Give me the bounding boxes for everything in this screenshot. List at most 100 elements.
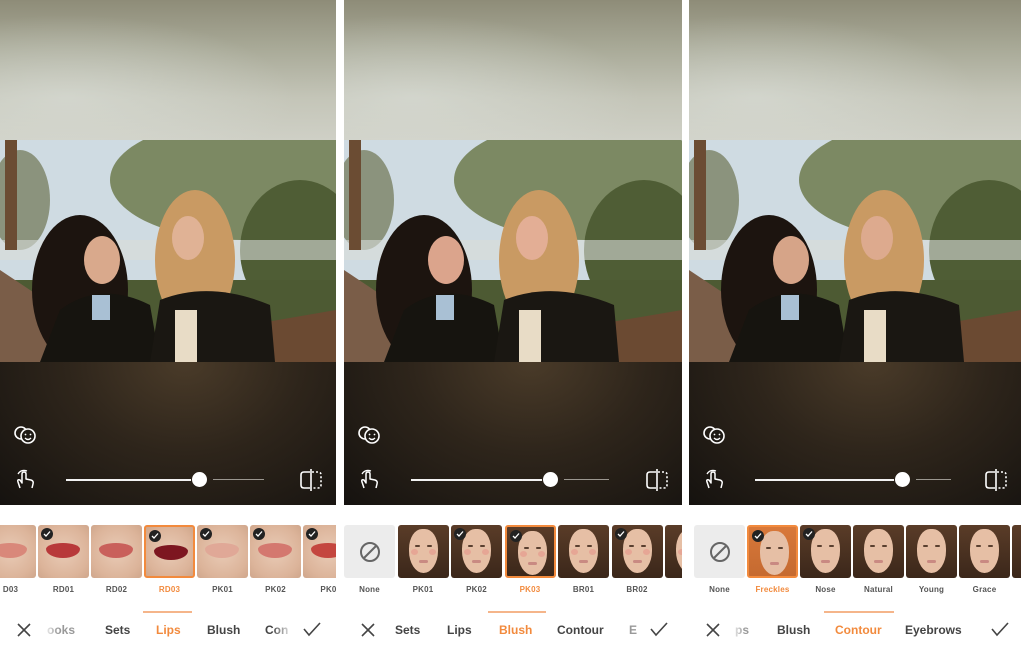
lip-shade-thumbnail	[303, 525, 336, 578]
confirm-check-icon[interactable]	[991, 621, 1009, 637]
active-tab-indicator	[824, 611, 894, 613]
face-preview	[970, 529, 999, 573]
face-preview-thumbnail	[451, 525, 502, 578]
option-label: None	[359, 585, 380, 594]
face-detect-icon[interactable]	[356, 424, 382, 446]
touch-hand-icon[interactable]	[13, 468, 39, 490]
tab-blush[interactable]: Blush	[777, 623, 810, 637]
option-label: OR0	[665, 585, 683, 594]
face-preview-thumbnail	[1012, 525, 1021, 578]
style-option-none[interactable]: None	[694, 525, 745, 594]
style-option-none[interactable]: None	[344, 525, 395, 594]
option-label: Young	[918, 585, 945, 594]
style-option-pk01[interactable]: PK01	[397, 525, 449, 594]
tab-lips[interactable]: Lips	[156, 623, 181, 637]
tab-lips[interactable]: Lips	[447, 623, 472, 637]
blush-preview	[464, 549, 471, 555]
intensity-slider[interactable]	[66, 472, 264, 488]
lip-swatch	[46, 543, 80, 558]
face-preview	[917, 529, 946, 573]
style-option-br01[interactable]: BR01	[558, 525, 609, 594]
none-thumbnail	[694, 525, 745, 578]
category-tab-bar: Sets Lips Blush Contour E	[344, 606, 682, 652]
contour-style-strip[interactable]: None Freckles Nose Natural Young Grace Sc	[689, 525, 1021, 600]
compare-split-icon[interactable]	[298, 468, 324, 492]
style-option-pk02[interactable]: PK02	[451, 525, 502, 594]
close-x-icon[interactable]	[705, 622, 721, 638]
style-option-pk02[interactable]: PK02	[250, 525, 301, 594]
slider-thumb[interactable]	[895, 472, 910, 487]
style-option-natural[interactable]: Natural	[853, 525, 904, 594]
option-label: BR02	[626, 585, 648, 594]
option-label: Freckles	[755, 585, 790, 594]
option-label: D03	[2, 585, 19, 594]
face-preview-thumbnail	[504, 525, 556, 578]
compare-split-icon[interactable]	[983, 468, 1009, 492]
touch-hand-icon[interactable]	[702, 468, 728, 490]
face-preview-thumbnail	[665, 525, 682, 578]
style-option-d03[interactable]: D03	[0, 525, 36, 594]
face-preview-thumbnail	[959, 525, 1010, 578]
tab-contour[interactable]: Contour	[557, 623, 604, 637]
lip-swatch	[311, 543, 336, 558]
intensity-slider[interactable]	[411, 472, 609, 488]
style-option-pk01[interactable]: PK01	[197, 525, 248, 594]
checkmark-icon	[509, 530, 522, 542]
style-option-pk03[interactable]: PK03	[504, 525, 556, 594]
lip-shade-thumbnail	[197, 525, 248, 578]
active-tab-indicator	[488, 611, 546, 613]
face-preview-thumbnail	[906, 525, 957, 578]
style-option-pk0[interactable]: PK0	[303, 525, 336, 594]
touch-hand-icon[interactable]	[357, 468, 383, 490]
blush-style-strip[interactable]: None PK01 PK02 PK03 BR01 BR02 OR0	[344, 525, 682, 600]
style-option-grace[interactable]: Grace	[959, 525, 1010, 594]
style-option-young[interactable]: Young	[906, 525, 957, 594]
style-option-rd02[interactable]: RD02	[91, 525, 142, 594]
close-x-icon[interactable]	[360, 622, 376, 638]
blush-preview	[519, 551, 527, 557]
lip-shade-thumbnail	[0, 525, 36, 578]
style-option-rd03[interactable]: RD03	[144, 525, 195, 594]
photo-canvas[interactable]	[0, 0, 336, 505]
photo-canvas[interactable]	[689, 0, 1021, 505]
screen-lips: D03 RD01 RD02 RD03 PK01 PK02 PK0 ooks Sets Lip…	[0, 0, 336, 652]
tab-eyebrows[interactable]: Eyebrows	[905, 623, 962, 637]
confirm-check-icon[interactable]	[650, 621, 668, 637]
compare-split-icon[interactable]	[644, 468, 670, 492]
tab-sets[interactable]: Sets	[395, 623, 420, 637]
confirm-check-icon[interactable]	[303, 621, 321, 637]
lipstick-shade-strip[interactable]: D03 RD01 RD02 RD03 PK01 PK02 PK0	[0, 525, 336, 600]
option-label: RD03	[158, 585, 181, 594]
style-option-freckles[interactable]: Freckles	[747, 525, 798, 594]
tab-eyebrows[interactable]: E	[629, 623, 637, 637]
photo-canvas[interactable]	[344, 0, 682, 505]
category-tab-bar: ooks Sets Lips Blush Con	[0, 606, 336, 652]
option-label: PK02	[265, 585, 286, 594]
face-preview-thumbnail	[611, 525, 663, 578]
close-x-icon[interactable]	[16, 622, 32, 638]
style-option-br02[interactable]: BR02	[611, 525, 663, 594]
tab-fade-left	[40, 618, 58, 644]
tab-contour[interactable]: Contour	[835, 623, 882, 637]
face-detect-icon[interactable]	[701, 424, 727, 446]
style-option-rd01[interactable]: RD01	[38, 525, 89, 594]
face-preview-thumbnail	[558, 525, 609, 578]
style-option-sc[interactable]: Sc	[1012, 525, 1021, 594]
edited-photo	[689, 140, 1021, 362]
option-label: Nose	[815, 585, 836, 594]
tab-sets[interactable]: Sets	[105, 623, 130, 637]
face-detect-icon[interactable]	[12, 424, 38, 446]
blush-preview	[410, 549, 418, 555]
intensity-slider[interactable]	[755, 472, 951, 488]
slider-thumb[interactable]	[192, 472, 207, 487]
option-label: Natural	[864, 585, 893, 594]
tab-blush[interactable]: Blush	[207, 623, 240, 637]
style-option-nose[interactable]: Nose	[800, 525, 851, 594]
slider-thumb[interactable]	[543, 472, 558, 487]
checkmark-icon	[200, 528, 212, 540]
lip-shade-thumbnail	[144, 525, 195, 578]
face-preview-thumbnail	[800, 525, 851, 578]
blurred-background-top	[689, 0, 1021, 140]
style-option-or0[interactable]: OR0	[665, 525, 682, 594]
tab-blush[interactable]: Blush	[499, 623, 532, 637]
